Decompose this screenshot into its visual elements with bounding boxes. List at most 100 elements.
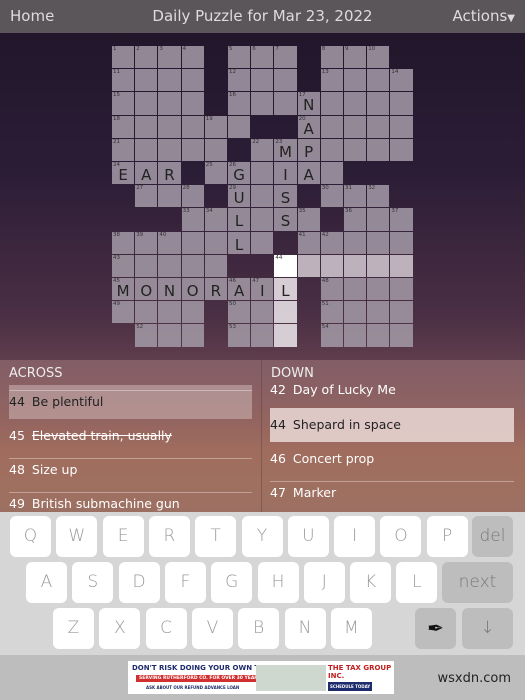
grid-cell[interactable]: 40 — [158, 231, 181, 254]
grid-cell[interactable] — [344, 278, 367, 301]
grid-cell[interactable] — [181, 92, 204, 115]
grid-cell[interactable]: 4 — [181, 46, 204, 69]
grid-cell[interactable] — [367, 301, 390, 324]
grid-cell[interactable] — [367, 138, 390, 161]
grid-cell[interactable]: 41 — [297, 231, 320, 254]
grid-cell[interactable] — [367, 92, 390, 115]
grid-cell[interactable] — [181, 115, 204, 138]
grid-cell[interactable]: 17 N — [297, 92, 320, 115]
grid-cell[interactable]: 51 — [320, 301, 343, 324]
grid-cell[interactable] — [390, 278, 413, 301]
key-k[interactable]: K — [350, 562, 392, 603]
key-z[interactable]: Z — [53, 608, 94, 649]
hide-keyboard-key[interactable]: ↓ — [462, 608, 513, 649]
grid-cell[interactable]: 15 — [112, 92, 135, 115]
key-i[interactable]: I — [334, 516, 376, 557]
grid-cell[interactable] — [390, 92, 413, 115]
grid-cell[interactable] — [251, 92, 274, 115]
grid-cell[interactable]: 24 E — [112, 162, 135, 185]
key-j[interactable]: J — [303, 562, 345, 603]
grid-cell[interactable] — [344, 301, 367, 324]
grid-cell[interactable]: 18 — [112, 115, 135, 138]
key-b[interactable]: B — [238, 608, 280, 649]
delete-key[interactable]: del — [472, 516, 513, 557]
key-q[interactable]: Q — [10, 516, 51, 557]
next-key[interactable]: next — [442, 562, 513, 603]
grid-cell[interactable]: 11 — [112, 69, 135, 92]
grid-cell[interactable]: 37 — [390, 208, 413, 231]
clue-item[interactable]: 44 Shepard in space — [270, 408, 514, 442]
grid-cell[interactable] — [297, 254, 320, 277]
grid-cell[interactable] — [181, 69, 204, 92]
grid-cell[interactable] — [367, 231, 390, 254]
crossword-grid[interactable]: 1 2 3 4 5 6 7 8 9 10 11 12 13 14 15 16 17 N 18 19 20 A 21 22 23 M… — [112, 46, 414, 348]
grid-cell[interactable] — [251, 231, 274, 254]
clue-item[interactable]: 42 Day of Lucky Me — [270, 373, 514, 407]
grid-cell[interactable] — [390, 324, 413, 347]
grid-cell[interactable]: 13 — [320, 69, 343, 92]
grid-cell[interactable]: 7 — [274, 46, 297, 69]
grid-cell[interactable] — [344, 254, 367, 277]
grid-cell[interactable] — [344, 69, 367, 92]
grid-cell[interactable]: 44 — [274, 254, 297, 277]
grid-cell[interactable] — [367, 324, 390, 347]
grid-cell[interactable]: 19 — [204, 115, 227, 138]
key-n[interactable]: N — [284, 608, 326, 649]
grid-cell[interactable]: S — [274, 208, 297, 231]
grid-cell[interactable] — [158, 324, 181, 347]
grid-cell[interactable] — [158, 138, 181, 161]
grid-cell[interactable] — [135, 301, 158, 324]
grid-cell[interactable]: 26 G — [228, 162, 251, 185]
grid-cell[interactable] — [367, 278, 390, 301]
grid-cell[interactable]: L — [228, 208, 251, 231]
clue-item[interactable]: 46 Concert prop — [270, 442, 514, 476]
key-g[interactable]: G — [211, 562, 253, 603]
grid-cell[interactable]: I — [274, 162, 297, 185]
grid-cell[interactable]: 48 — [320, 278, 343, 301]
grid-cell[interactable]: R — [204, 278, 227, 301]
key-o[interactable]: O — [380, 516, 422, 557]
grid-cell[interactable] — [251, 69, 274, 92]
grid-cell[interactable]: 42 — [320, 231, 343, 254]
grid-cell[interactable] — [251, 324, 274, 347]
actions-button[interactable]: Actions▼ — [453, 7, 516, 25]
grid-cell[interactable]: 30 — [320, 185, 343, 208]
grid-cell[interactable] — [274, 301, 297, 324]
grid-cell[interactable] — [274, 92, 297, 115]
grid-cell[interactable]: 20 A — [297, 115, 320, 138]
grid-cell[interactable]: 5 — [228, 46, 251, 69]
grid-cell[interactable]: 49 — [112, 301, 135, 324]
grid-cell[interactable]: L — [228, 231, 251, 254]
grid-cell[interactable] — [320, 162, 343, 185]
grid-cell[interactable]: 53 — [228, 324, 251, 347]
key-t[interactable]: T — [195, 516, 237, 557]
grid-cell[interactable] — [135, 69, 158, 92]
grid-cell[interactable]: 8 — [320, 46, 343, 69]
grid-cell[interactable] — [390, 254, 413, 277]
grid-cell[interactable] — [367, 208, 390, 231]
grid-cell[interactable] — [344, 115, 367, 138]
grid-cell[interactable]: 10 — [367, 46, 390, 69]
grid-cell[interactable]: 29 U — [228, 185, 251, 208]
grid-cell[interactable]: 50 — [228, 301, 251, 324]
key-p[interactable]: P — [426, 516, 468, 557]
grid-cell[interactable] — [367, 254, 390, 277]
grid-cell[interactable] — [320, 92, 343, 115]
key-a[interactable]: A — [26, 562, 67, 603]
key-l[interactable]: L — [396, 562, 438, 603]
grid-cell[interactable]: P — [297, 138, 320, 161]
key-c[interactable]: C — [145, 608, 187, 649]
grid-cell[interactable] — [181, 138, 204, 161]
grid-cell[interactable]: 38 — [112, 231, 135, 254]
grid-cell[interactable] — [251, 208, 274, 231]
grid-cell[interactable] — [181, 301, 204, 324]
grid-cell[interactable]: 16 — [228, 92, 251, 115]
grid-cell[interactable]: 35 — [297, 208, 320, 231]
grid-cell[interactable] — [158, 69, 181, 92]
grid-cell[interactable] — [344, 324, 367, 347]
grid-cell[interactable] — [251, 301, 274, 324]
grid-cell[interactable] — [204, 231, 227, 254]
grid-cell[interactable] — [158, 92, 181, 115]
grid-cell[interactable]: O — [135, 278, 158, 301]
ad-banner[interactable]: DON'T RISK DOING YOUR OWN TAXES! SERVING… — [128, 661, 394, 694]
